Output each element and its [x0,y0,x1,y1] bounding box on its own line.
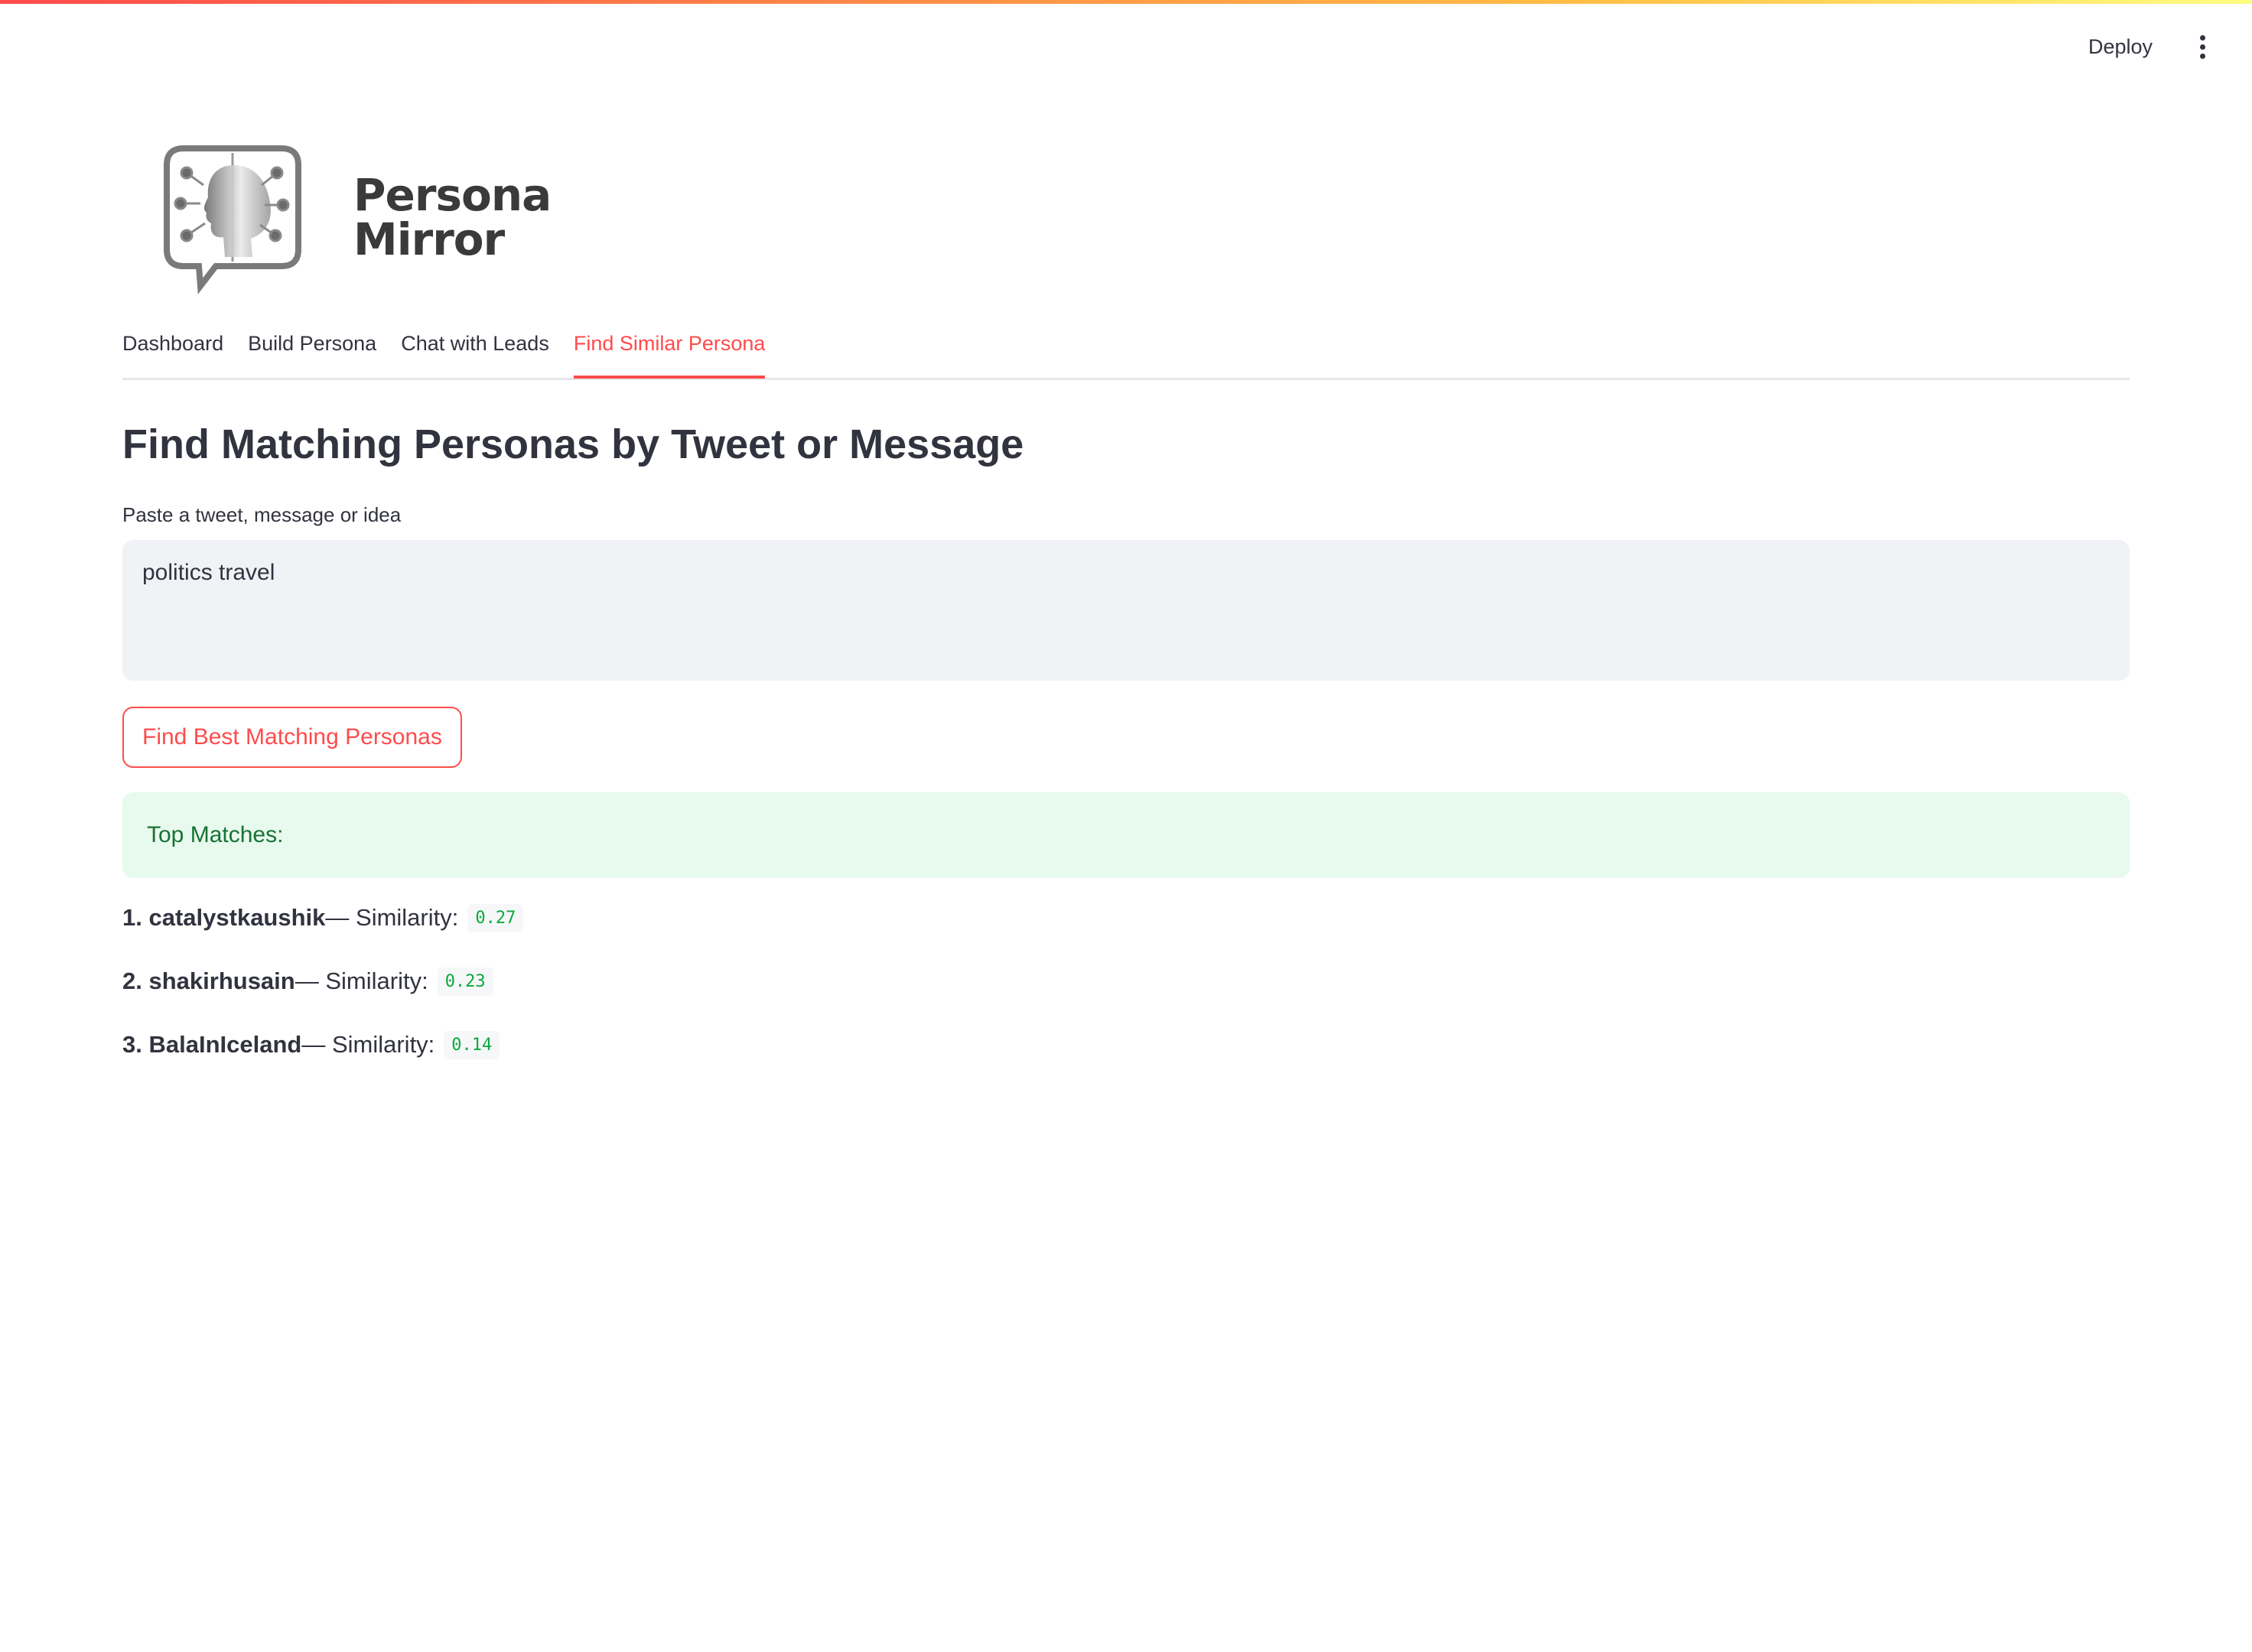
deploy-button[interactable]: Deploy [2081,29,2160,65]
page-title: Find Matching Personas by Tweet or Messa… [122,421,1024,467]
tab-find-similar-persona[interactable]: Find Similar Persona [573,323,765,379]
match-rank: 3. [122,1031,142,1058]
message-input-label: Paste a tweet, message or idea [122,503,402,526]
match-rank: 1. [122,904,142,931]
match-list: 1. catalystkaushik — Similarity: 0.27 2. … [122,902,2130,1093]
vertical-dots-icon[interactable] [2191,32,2214,63]
logo-line-1: Persona [353,169,552,221]
tab-dashboard[interactable]: Dashboard [122,323,223,376]
tab-build-persona[interactable]: Build Persona [248,323,376,376]
similarity-score: 0.14 [444,1030,500,1059]
top-decoration-bar [0,0,2252,4]
match-rank: 2. [122,967,142,994]
success-alert-text: Top Matches: [147,822,284,847]
logo-line-2: Mirror [353,213,505,265]
similarity-score: 0.23 [437,967,493,996]
message-input[interactable]: politics travel [122,540,2130,681]
list-item: 3. BalaInIceland — Similarity: 0.14 [122,1029,2130,1060]
tab-chat-with-leads[interactable]: Chat with Leads [401,323,549,376]
tab-bar: Dashboard Build Persona Chat with Leads … [122,323,2130,380]
persona-head-chat-icon [164,145,301,294]
list-item: 2. shakirhusain — Similarity: 0.23 [122,966,2130,997]
similarity-label: — Similarity: [301,1031,435,1058]
match-name: catalystkaushik [148,904,326,931]
similarity-label: — Similarity: [295,967,428,994]
app-logo: Persona Mirror [161,142,552,295]
match-name: shakirhusain [148,967,295,994]
similarity-score: 0.27 [467,903,524,932]
similarity-label: — Similarity: [325,904,459,931]
match-name: BalaInIceland [148,1031,302,1058]
logo-wordmark: Persona Mirror [353,169,552,265]
success-alert: Top Matches: [122,792,2130,878]
list-item: 1. catalystkaushik — Similarity: 0.27 [122,902,2130,933]
find-matching-personas-button[interactable]: Find Best Matching Personas [122,707,462,768]
app-header-actions: Deploy [2081,29,2214,65]
